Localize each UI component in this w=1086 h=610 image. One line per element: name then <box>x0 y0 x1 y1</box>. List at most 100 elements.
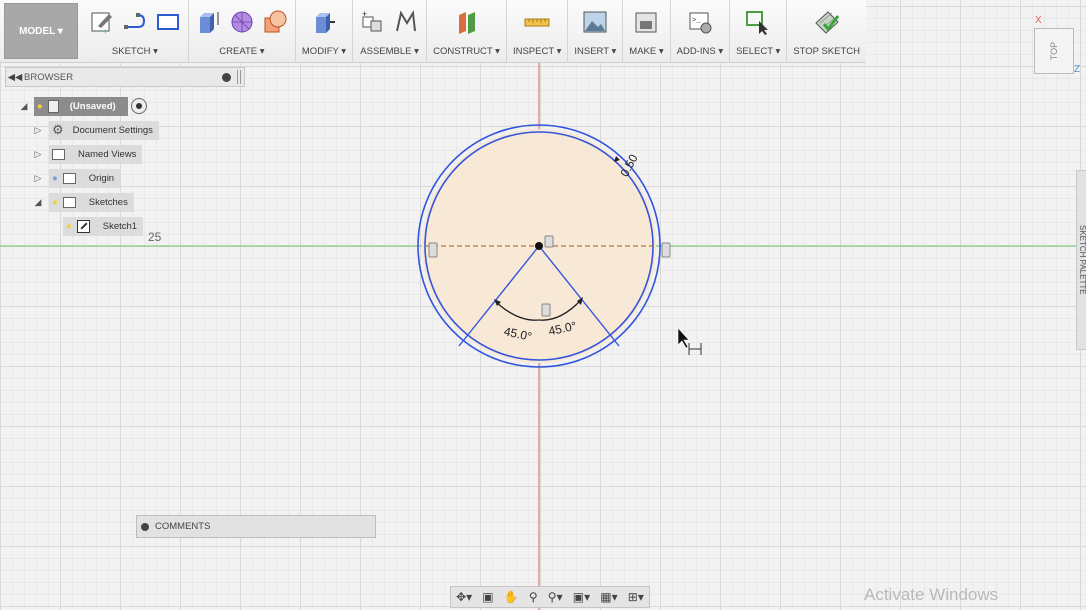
group-assemble: + ASSEMBLE ▾ <box>353 0 428 62</box>
tree-item-named-views[interactable]: ▷ Named Views <box>32 144 143 164</box>
group-select: SELECT ▾ <box>730 0 788 62</box>
group-label[interactable]: SELECT ▾ <box>736 46 780 57</box>
group-modify: MODIFY ▾ <box>296 0 354 62</box>
new-component-icon[interactable]: + <box>359 8 387 36</box>
tree-item-sketch1[interactable]: ● Sketch1 <box>63 216 144 236</box>
line-tool-icon[interactable] <box>121 8 149 36</box>
group-label[interactable]: INSPECT ▾ <box>513 46 561 57</box>
z-axis-label: Z <box>1074 64 1081 75</box>
group-label[interactable]: ASSEMBLE ▾ <box>360 46 419 57</box>
active-radio-icon[interactable] <box>130 98 147 114</box>
folder-icon <box>52 148 65 160</box>
toolbar: MODEL ▾ + SKETCH ▾ CREATE ▾ MODIFY ▾ + A… <box>0 0 866 63</box>
tree-item-label: Sketches <box>88 196 128 208</box>
svg-text:+: + <box>362 9 367 19</box>
measure-icon[interactable] <box>523 8 551 36</box>
tree-item-sketches[interactable]: ◢ ● Sketches <box>32 192 134 212</box>
browser-title: BROWSER <box>24 71 74 83</box>
workspace-switcher[interactable]: MODEL ▾ <box>4 3 78 59</box>
extrude-icon[interactable] <box>195 8 223 36</box>
collapsed-triangle-icon[interactable]: ▷ <box>32 173 44 184</box>
lightbulb-icon[interactable]: ● <box>66 221 72 232</box>
tree-pill[interactable]: ● Sketches <box>49 192 134 212</box>
tree-pill[interactable]: ● Sketch1 <box>63 216 144 236</box>
lightbulb-icon[interactable]: ● <box>52 197 58 208</box>
viewports-icon[interactable]: ⊞▾ <box>628 590 644 604</box>
tree-item-document-settings[interactable]: ▷ ⚙ Document Settings <box>32 120 159 140</box>
joint-icon[interactable] <box>392 8 420 36</box>
navigation-bar: ✥▾ ▣ ✋ ⚲ ⚲▾ ▣▾ ▦▾ ⊞▾ <box>450 586 650 608</box>
group-label[interactable]: INSERT ▾ <box>574 46 616 57</box>
tree-pill[interactable]: ⚙ Document Settings <box>49 120 159 140</box>
tree-item-root[interactable]: ◢ ● (Unsaved) <box>18 96 147 116</box>
activate-windows-watermark: Activate Windows <box>864 585 999 604</box>
collapsed-triangle-icon[interactable]: ▷ <box>32 149 44 160</box>
expanded-triangle-icon[interactable]: ◢ <box>18 101 30 112</box>
stop-sketch-icon[interactable] <box>813 8 841 36</box>
group-label[interactable]: CREATE ▾ <box>219 46 264 57</box>
group-construct: CONSTRUCT ▾ <box>427 0 507 62</box>
folder-icon <box>62 196 76 208</box>
collapse-browser-icon[interactable]: ◀◀ <box>6 72 24 83</box>
expanded-triangle-icon[interactable]: ◢ <box>32 197 44 208</box>
plus-icon[interactable] <box>141 522 149 531</box>
group-insert: INSERT ▾ <box>568 0 624 62</box>
group-label[interactable]: STOP SKETCH <box>793 46 860 57</box>
offset-plane-icon[interactable] <box>453 8 481 36</box>
group-label[interactable]: ADD-INS ▾ <box>677 46 723 57</box>
mouse-cursor <box>677 327 690 349</box>
group-stop-sketch: STOP SKETCH <box>787 0 866 62</box>
browser-header[interactable]: ◀◀ BROWSER <box>5 67 245 87</box>
group-sketch: + SKETCH ▾ <box>82 0 189 62</box>
group-label[interactable]: MAKE ▾ <box>629 46 663 57</box>
create-sketch-icon[interactable]: + <box>88 8 116 36</box>
constraint-glyph[interactable] <box>544 235 554 248</box>
constraint-glyph[interactable] <box>541 303 551 317</box>
tree-item-origin[interactable]: ▷ ● Origin <box>32 168 121 188</box>
comments-panel[interactable]: COMMENTS <box>136 515 376 538</box>
3d-print-icon[interactable] <box>632 8 660 36</box>
constraint-glyph[interactable] <box>428 242 438 258</box>
zoom-window-icon[interactable]: ⚲ <box>529 590 538 604</box>
rectangle-tool-icon[interactable] <box>154 8 182 36</box>
primitive-icon[interactable] <box>261 8 289 36</box>
group-inspect: INSPECT ▾ <box>507 0 569 62</box>
lightbulb-icon[interactable]: ● <box>52 173 58 184</box>
tree-pill[interactable]: ● Origin <box>49 168 121 188</box>
pan-icon[interactable]: ✋ <box>504 590 519 604</box>
look-at-icon[interactable]: ▣ <box>482 590 493 604</box>
form-icon[interactable] <box>228 8 256 36</box>
tree-item-label: (Unsaved) <box>69 100 116 112</box>
viewcube[interactable]: TOP <box>1034 28 1074 74</box>
grid-settings-icon[interactable]: ▦▾ <box>600 590 617 604</box>
folder-icon <box>62 172 76 184</box>
press-pull-icon[interactable] <box>310 8 338 36</box>
resize-handle[interactable] <box>237 70 241 84</box>
root-pill[interactable]: ● (Unsaved) <box>34 96 128 116</box>
group-label[interactable]: MODIFY ▾ <box>302 46 346 57</box>
collapsed-triangle-icon[interactable]: ▷ <box>32 125 44 136</box>
constraint-glyph[interactable] <box>661 242 671 258</box>
minus-icon[interactable] <box>222 72 231 82</box>
tree-pill[interactable]: Named Views <box>49 144 143 164</box>
display-settings-icon[interactable]: ▣▾ <box>573 590 590 604</box>
gear-icon: ⚙ <box>52 122 64 137</box>
document-icon <box>47 99 59 113</box>
orbit-icon[interactable]: ✥▾ <box>456 590 472 604</box>
tree-item-label: Origin <box>88 172 115 184</box>
select-icon[interactable] <box>744 8 772 36</box>
svg-text:+: + <box>103 27 108 35</box>
group-label[interactable]: CONSTRUCT ▾ <box>433 46 500 57</box>
tree-item-label: Document Settings <box>72 124 153 136</box>
viewcube-face-label[interactable]: TOP <box>1049 42 1059 60</box>
group-create: CREATE ▾ <box>189 0 296 62</box>
sketch-palette-tab[interactable]: SKETCH PALETTE <box>1076 170 1086 350</box>
group-addins: >_ ADD-INS ▾ <box>671 0 731 62</box>
scripts-icon[interactable]: >_ <box>686 8 714 36</box>
center-point[interactable] <box>535 242 543 250</box>
zoom-icon[interactable]: ⚲▾ <box>548 590 563 604</box>
insert-image-icon[interactable] <box>581 8 609 36</box>
lightbulb-icon[interactable]: ● <box>37 101 43 112</box>
group-make: MAKE ▾ <box>623 0 671 62</box>
group-label[interactable]: SKETCH ▾ <box>112 46 158 57</box>
